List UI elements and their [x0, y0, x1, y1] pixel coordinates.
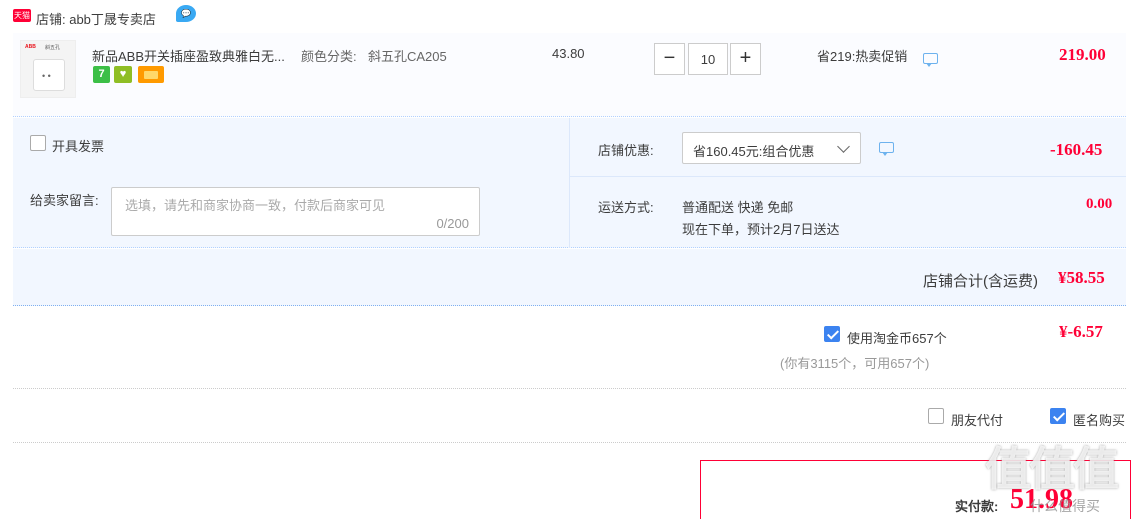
options-divider	[569, 118, 570, 248]
discount-amount: -160.45	[1050, 140, 1103, 159]
quantity-increase-button[interactable]: +	[730, 43, 761, 75]
unit-price: 43.80	[552, 46, 585, 61]
thumb-brand: ABB	[25, 44, 36, 50]
discount-message-icon[interactable]	[879, 142, 894, 156]
credit-card-icon[interactable]	[138, 66, 164, 83]
taojinbi-hint: (你有3115个，可用657个)	[780, 356, 930, 371]
shipping-eta: 现在下单，预计2月7日送达	[682, 222, 840, 237]
promo-text: 省219:热卖促销	[817, 49, 908, 64]
discount-selected-value: 省160.45元:组合优惠	[693, 144, 815, 159]
shop-discount-select[interactable]: 省160.45元:组合优惠	[682, 132, 861, 164]
wangwang-chat-icon[interactable]: 💬	[176, 5, 196, 22]
shop-discount-label: 店铺优惠:	[598, 143, 654, 158]
sku-value: 斜五孔CA205	[368, 49, 447, 64]
item-title-link[interactable]: 新品ABB开关插座盈致典雅白无...	[92, 46, 285, 65]
anonymous-checkbox[interactable]	[1050, 408, 1066, 424]
thumb-tag: 斜五孔	[45, 45, 61, 51]
memo-char-count: 0/200	[436, 216, 469, 231]
seller-memo-box[interactable]: 0/200	[111, 187, 480, 236]
shop-total-label: 店铺合计(含运费)	[923, 273, 1038, 290]
socket-holes: • •	[42, 71, 51, 81]
shipping-method: 普通配送 快递 免邮	[682, 200, 794, 215]
anonymous-label[interactable]: 匿名购买	[1073, 410, 1125, 429]
guarantee-icon[interactable]: ♥	[114, 66, 132, 83]
taojinbi-amount: ¥-6.57	[1059, 322, 1103, 341]
chevron-down-icon	[837, 140, 850, 153]
divider	[13, 388, 1126, 389]
friend-pay-label[interactable]: 朋友代付	[951, 410, 1003, 429]
taojinbi-label[interactable]: 使用淘金币657个	[847, 328, 947, 347]
options-hline	[569, 176, 1126, 177]
shipping-fee: 0.00	[1086, 196, 1113, 212]
shop-name[interactable]: 店铺: abb丁晟专卖店	[36, 9, 156, 28]
promo-message-icon[interactable]	[923, 53, 938, 67]
memo-label: 给卖家留言:	[30, 193, 99, 208]
shipping-label: 运送方式:	[598, 200, 654, 215]
7-day-return-icon[interactable]: 7	[93, 66, 110, 83]
watermark-caption: 什么值得买	[1030, 498, 1100, 514]
quantity-input[interactable]	[688, 43, 728, 75]
item-total-price: 219.00	[1059, 45, 1106, 64]
tmall-icon: 天猫	[13, 9, 31, 22]
sku-label: 颜色分类:	[301, 49, 357, 64]
friend-pay-checkbox[interactable]	[928, 408, 944, 424]
invoice-label[interactable]: 开具发票	[52, 136, 104, 155]
quantity-decrease-button[interactable]: −	[654, 43, 685, 75]
product-thumbnail[interactable]: ABB 斜五孔 • •	[20, 40, 76, 98]
shop-total-amount: ¥58.55	[1058, 268, 1105, 287]
watermark-logo: 值值值	[985, 442, 1119, 496]
taojinbi-checkbox[interactable]	[824, 326, 840, 342]
invoice-checkbox[interactable]	[30, 135, 46, 151]
seller-memo-input[interactable]	[112, 188, 479, 235]
divider	[13, 442, 1126, 443]
